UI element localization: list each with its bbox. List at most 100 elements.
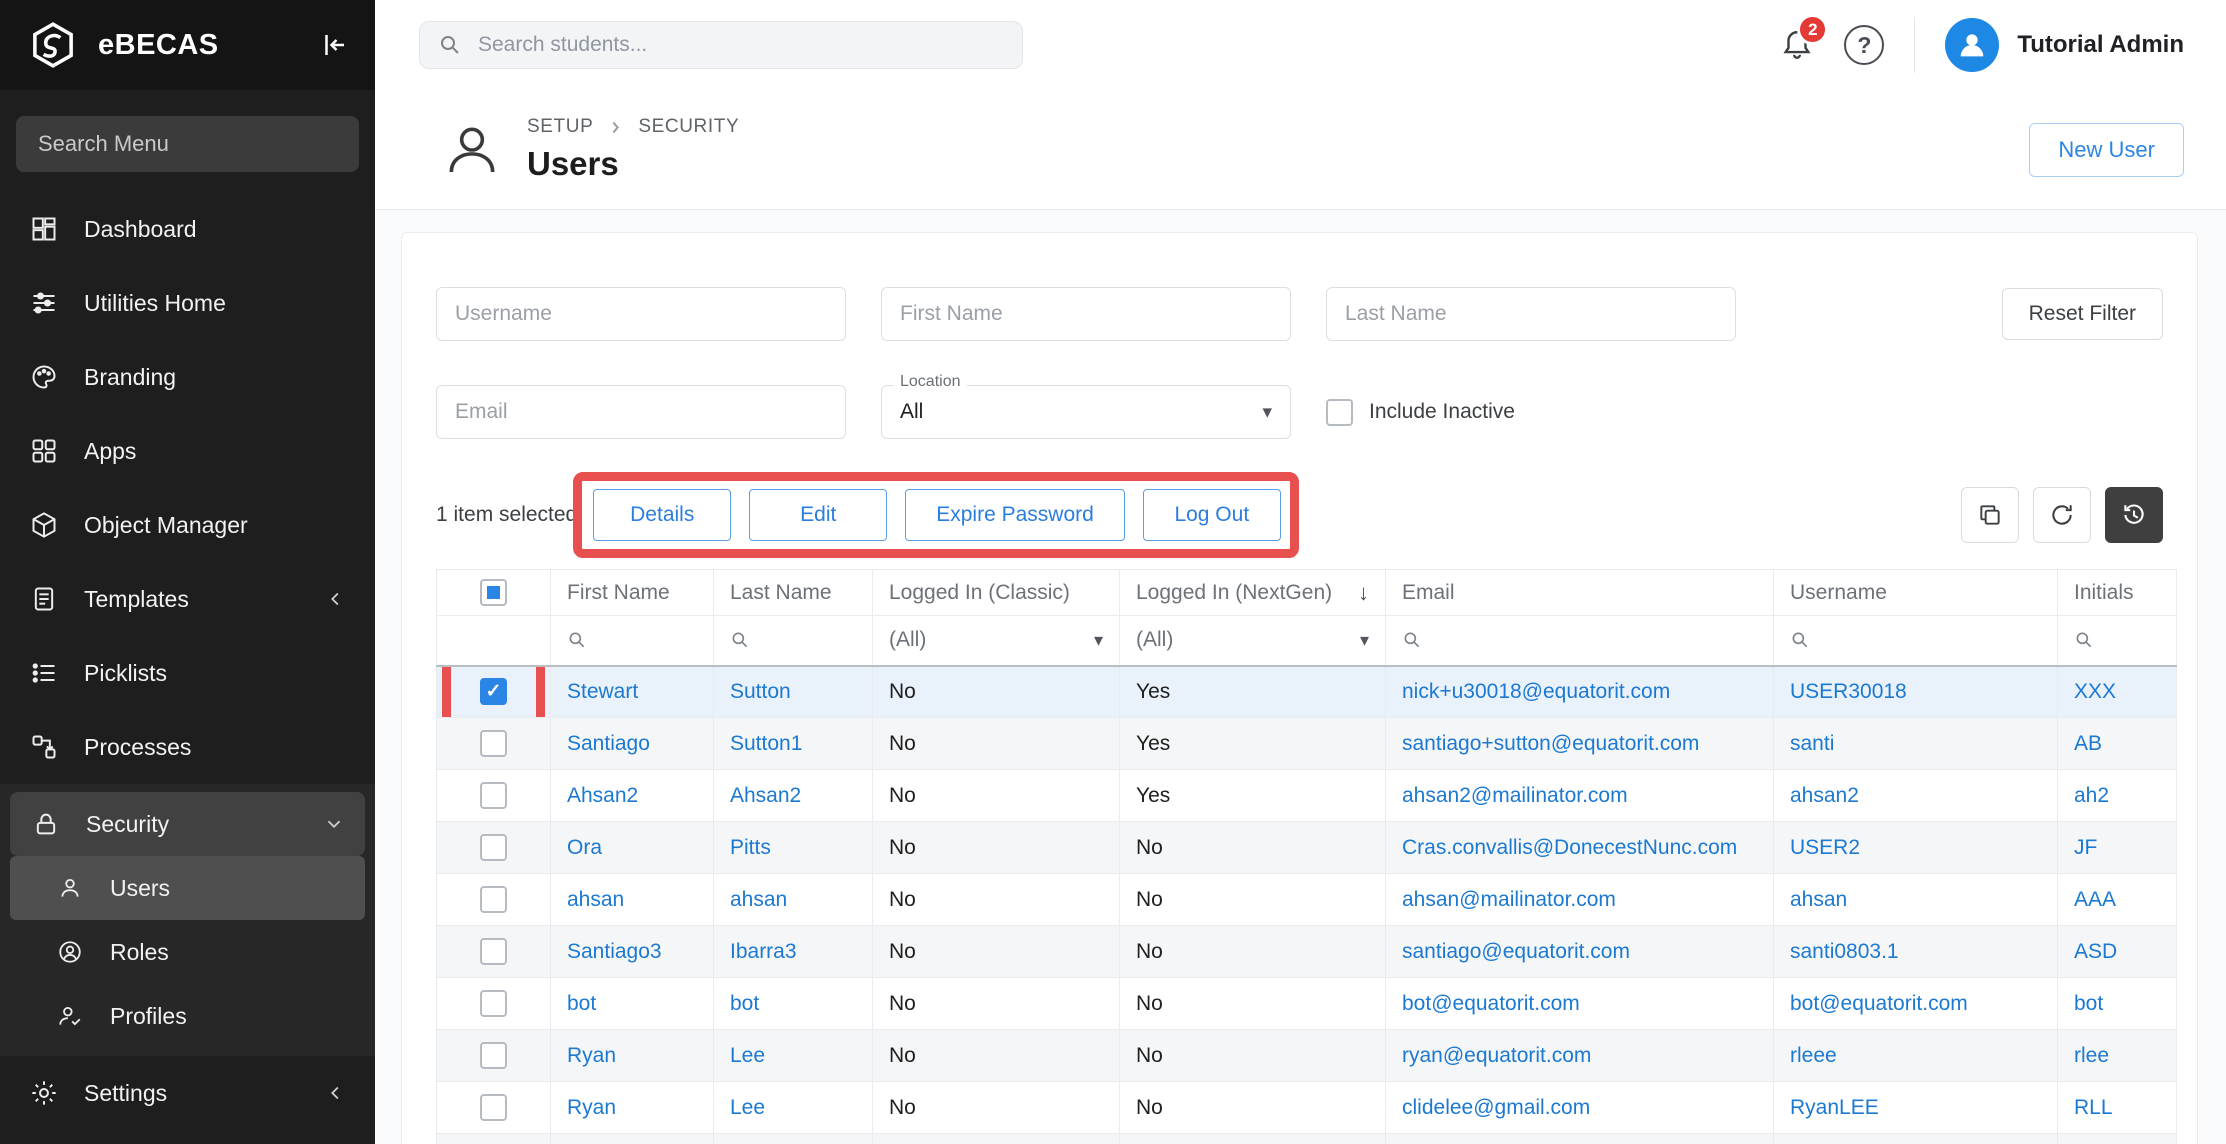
row-checkbox[interactable] — [480, 990, 507, 1017]
email-link[interactable]: ahsan2@mailinator.com — [1402, 784, 1628, 807]
filter-email[interactable] — [1386, 616, 1774, 666]
initials-link[interactable]: ah2 — [2074, 784, 2109, 807]
username-link[interactable]: ahsan — [1790, 888, 1847, 911]
last-name-link[interactable]: Ahsan2 — [730, 784, 801, 807]
initials-link[interactable]: RLL — [2074, 1096, 2113, 1119]
initials-link[interactable]: AAA — [2074, 888, 2116, 911]
email-link[interactable]: clidelee@gmail.com — [1402, 1096, 1590, 1119]
first-name-link[interactable]: Ahsan2 — [567, 784, 638, 807]
first-name-link[interactable]: Ora — [567, 836, 602, 859]
last-name-link[interactable]: Sutton — [730, 680, 791, 703]
row-checkbox[interactable] — [480, 834, 507, 861]
reset-filter-button[interactable]: Reset Filter — [2002, 288, 2163, 340]
col-initials[interactable]: Initials — [2058, 570, 2177, 616]
first-name-filter-input[interactable] — [881, 287, 1291, 341]
student-search-input[interactable] — [478, 33, 1004, 57]
col-logged-in-classic[interactable]: Logged In (Classic) — [873, 570, 1120, 616]
filter-classic-select[interactable]: (All)▾ — [873, 616, 1120, 666]
row-checkbox[interactable] — [480, 938, 507, 965]
email-link[interactable]: bot@equatorit.com — [1402, 992, 1580, 1015]
collapse-sidebar-icon[interactable] — [319, 30, 349, 60]
sidebar-item-users[interactable]: Users — [10, 856, 365, 920]
history-icon[interactable] — [2105, 487, 2163, 543]
last-name-link[interactable]: Sutton1 — [730, 732, 802, 755]
first-name-link[interactable]: Ryan — [567, 1096, 616, 1119]
sidebar-item-utilities-home[interactable]: Utilities Home — [0, 266, 375, 340]
new-user-button[interactable]: New User — [2029, 123, 2184, 177]
last-name-link[interactable]: Lee — [730, 1096, 765, 1119]
row-checkbox[interactable] — [480, 1094, 507, 1121]
location-select[interactable]: Location All ▾ — [881, 385, 1291, 439]
breadcrumb-setup[interactable]: SETUP — [527, 116, 593, 138]
email-link[interactable]: nick+u30018@equatorit.com — [1402, 680, 1670, 703]
email-link[interactable]: ahsan@mailinator.com — [1402, 888, 1616, 911]
username-link[interactable]: USER30018 — [1790, 680, 1907, 703]
username-link[interactable]: USER2 — [1790, 836, 1860, 859]
include-inactive-checkbox[interactable]: Include Inactive — [1326, 399, 1515, 426]
filter-username[interactable] — [1774, 616, 2058, 666]
first-name-link[interactable]: bot — [567, 992, 596, 1015]
last-name-link[interactable]: bot — [730, 992, 759, 1015]
username-link[interactable]: RyanLEE — [1790, 1096, 1879, 1119]
sidebar-item-dashboard[interactable]: Dashboard — [0, 192, 375, 266]
checkbox-box[interactable] — [1326, 399, 1353, 426]
sidebar-item-apps[interactable]: Apps — [0, 414, 375, 488]
breadcrumb-security[interactable]: SECURITY — [638, 116, 739, 138]
first-name-link[interactable]: Santiago — [567, 732, 650, 755]
sidebar-search-input[interactable] — [16, 116, 359, 172]
filter-initials[interactable] — [2058, 616, 2177, 666]
col-email[interactable]: Email — [1386, 570, 1774, 616]
sidebar-item-object-manager[interactable]: Object Manager — [0, 488, 375, 562]
email-link[interactable]: santiago+sutton@equatorit.com — [1402, 732, 1699, 755]
sidebar-item-roles[interactable]: Roles — [10, 920, 365, 984]
first-name-link[interactable]: Santiago3 — [567, 940, 662, 963]
help-icon[interactable]: ? — [1844, 25, 1884, 65]
details-button[interactable]: Details — [593, 489, 731, 541]
initials-link[interactable]: ASD — [2074, 940, 2117, 963]
email-link[interactable]: ryan@equatorit.com — [1402, 1044, 1591, 1067]
first-name-link[interactable]: Stewart — [567, 680, 638, 703]
last-name-link[interactable]: ahsan — [730, 888, 787, 911]
filter-last-name[interactable] — [714, 616, 873, 666]
filter-nextgen-select[interactable]: (All)▾ — [1120, 616, 1386, 666]
sidebar-item-picklists[interactable]: Picklists — [0, 636, 375, 710]
student-search[interactable] — [419, 21, 1023, 69]
sidebar-item-profiles[interactable]: Profiles — [10, 984, 365, 1048]
initials-link[interactable]: rlee — [2074, 1044, 2109, 1067]
first-name-link[interactable]: ahsan — [567, 888, 624, 911]
sidebar-item-branding[interactable]: Branding — [0, 340, 375, 414]
col-username[interactable]: Username — [1774, 570, 2058, 616]
username-link[interactable]: santi — [1790, 732, 1834, 755]
log-out-button[interactable]: Log Out — [1143, 489, 1281, 541]
row-checkbox[interactable] — [480, 730, 507, 757]
user-menu[interactable]: Tutorial Admin — [1945, 18, 2184, 72]
sort-descending-icon[interactable]: ↓ — [1358, 580, 1369, 606]
initials-link[interactable]: bot — [2074, 992, 2103, 1015]
username-link[interactable]: ahsan2 — [1790, 784, 1859, 807]
last-name-link[interactable]: Lee — [730, 1044, 765, 1067]
last-name-link[interactable]: Pitts — [730, 836, 771, 859]
col-last-name[interactable]: Last Name — [714, 570, 873, 616]
sidebar-item-security[interactable]: Security — [10, 792, 365, 856]
username-link[interactable]: santi0803.1 — [1790, 940, 1899, 963]
first-name-link[interactable]: Ryan — [567, 1044, 616, 1067]
initials-link[interactable]: AB — [2074, 732, 2102, 755]
select-all-checkbox[interactable] — [480, 579, 507, 606]
col-logged-in-nextgen[interactable]: Logged In (NextGen) ↓ — [1120, 570, 1386, 616]
username-filter-input[interactable] — [436, 287, 846, 341]
email-link[interactable]: Cras.convallis@DonecestNunc.com — [1402, 836, 1737, 859]
sidebar-item-settings[interactable]: Settings — [0, 1056, 375, 1130]
row-checkbox[interactable] — [480, 1042, 507, 1069]
email-link[interactable]: santiago@equatorit.com — [1402, 940, 1630, 963]
row-checkbox[interactable] — [480, 886, 507, 913]
last-name-link[interactable]: Ibarra3 — [730, 940, 797, 963]
sidebar-item-templates[interactable]: Templates — [0, 562, 375, 636]
email-filter-input[interactable] — [436, 385, 846, 439]
filter-first-name[interactable] — [551, 616, 714, 666]
last-name-filter-input[interactable] — [1326, 287, 1736, 341]
refresh-icon[interactable] — [2033, 487, 2091, 543]
col-first-name[interactable]: First Name — [551, 570, 714, 616]
row-checkbox[interactable] — [480, 782, 507, 809]
export-copy-icon[interactable] — [1961, 487, 2019, 543]
initials-link[interactable]: XXX — [2074, 680, 2116, 703]
